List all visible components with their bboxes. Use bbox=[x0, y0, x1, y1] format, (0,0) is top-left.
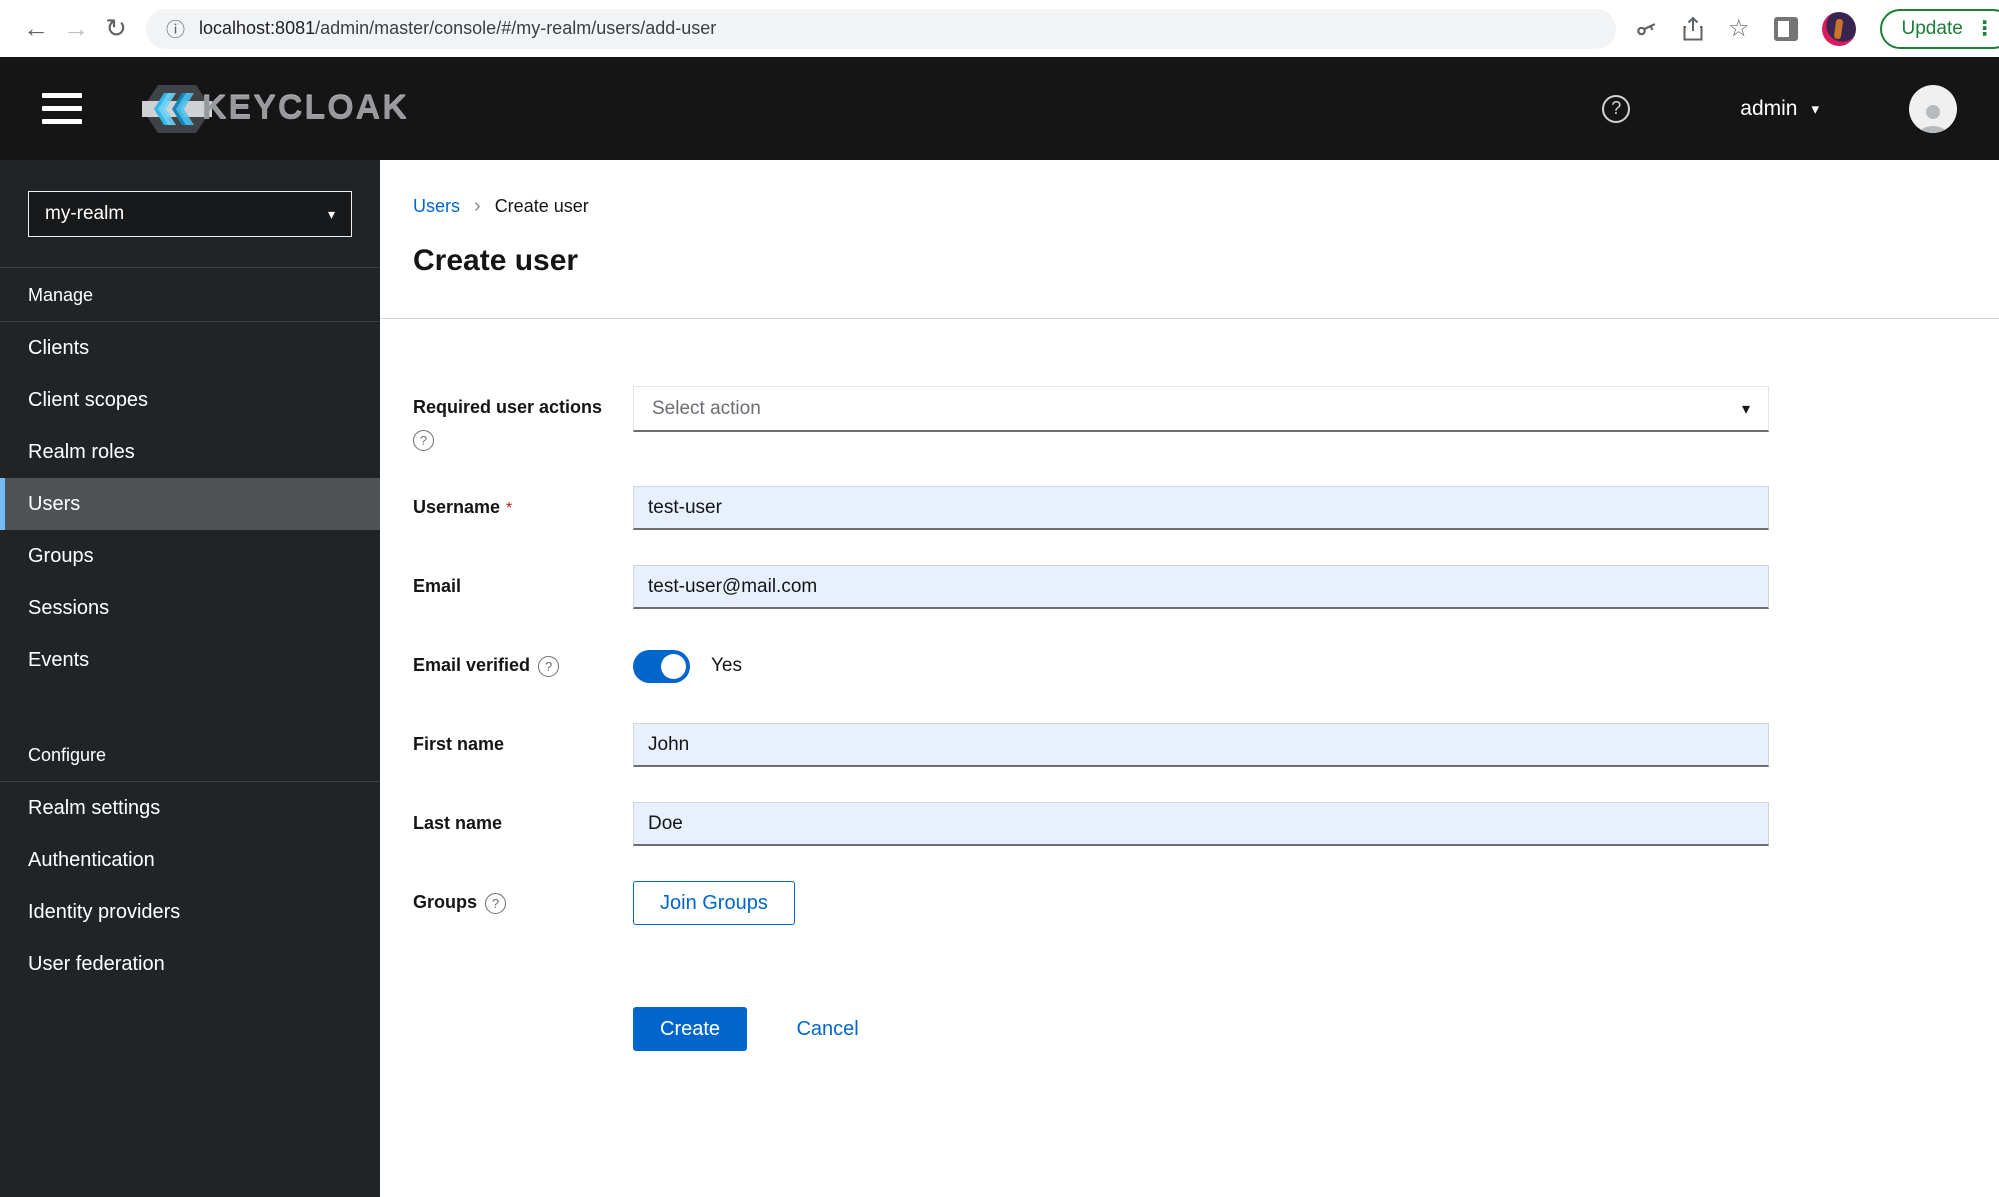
sidebar-item-authentication[interactable]: Authentication bbox=[0, 834, 380, 886]
update-label: Update bbox=[1901, 17, 1963, 39]
sidebar-section-manage: Manage bbox=[28, 285, 94, 305]
chevron-down-icon: ▾ bbox=[1811, 100, 1819, 118]
breadcrumb-users-link[interactable]: Users bbox=[413, 196, 460, 217]
browser-profile-avatar[interactable] bbox=[1821, 11, 1856, 46]
sidebar-item-realm-settings[interactable]: Realm settings bbox=[0, 782, 380, 834]
browser-update-button[interactable]: Update ⋮ bbox=[1879, 8, 1999, 49]
breadcrumb-separator-icon: › bbox=[474, 195, 481, 217]
forward-icon[interactable]: → bbox=[56, 13, 96, 44]
help-icon[interactable]: ? bbox=[1602, 94, 1631, 123]
first-name-row: First name bbox=[413, 723, 1999, 767]
username-row: Username * bbox=[413, 486, 1999, 530]
avatar[interactable] bbox=[1909, 84, 1957, 133]
email-verified-help-icon[interactable]: ? bbox=[538, 656, 560, 678]
form-actions: Create Cancel bbox=[413, 1007, 1999, 1051]
main-content: Users › Create user Create user Required… bbox=[380, 160, 1999, 1197]
last-name-row: Last name bbox=[413, 802, 1999, 846]
required-user-actions-row: Required user actions ? Select action ▾ bbox=[413, 386, 1999, 451]
chevron-down-icon: ▾ bbox=[1741, 400, 1750, 418]
address-bar[interactable]: ⓘ localhost:8081/admin/master/console/#/… bbox=[146, 8, 1616, 49]
chevron-down-icon: ▾ bbox=[327, 205, 335, 222]
last-name-field[interactable] bbox=[633, 802, 1769, 846]
sidebar-item-client-scopes[interactable]: Client scopes bbox=[0, 374, 380, 426]
email-verified-toggle[interactable] bbox=[633, 649, 690, 683]
last-name-label: Last name bbox=[413, 813, 503, 833]
sidebar-item-identity-providers[interactable]: Identity providers bbox=[0, 886, 380, 938]
url-path: /admin/master/console/#/my-realm/users/a… bbox=[315, 18, 717, 38]
back-icon[interactable]: ← bbox=[16, 13, 56, 44]
email-verified-row: Email verified? Yes bbox=[413, 644, 1999, 688]
join-groups-button[interactable]: Join Groups bbox=[633, 881, 795, 925]
sidebar-item-events[interactable]: Events bbox=[0, 634, 380, 686]
required-user-actions-label-col: Required user actions ? bbox=[413, 386, 633, 451]
url-text[interactable]: localhost:8081/admin/master/console/#/my… bbox=[199, 18, 716, 39]
groups-label: Groups bbox=[413, 892, 478, 912]
sidebar-item-realm-roles[interactable]: Realm roles bbox=[0, 426, 380, 478]
screen: ← → ↻ ⓘ localhost:8081/admin/master/cons… bbox=[0, 0, 1999, 1197]
user-menu[interactable]: admin ▾ bbox=[1740, 97, 1819, 121]
required-asterisk: * bbox=[506, 500, 513, 517]
browser-actions: ☆ Update ⋮ bbox=[1634, 8, 1999, 49]
sidebar-item-clients[interactable]: Clients bbox=[0, 322, 380, 374]
breadcrumb: Users › Create user bbox=[413, 195, 1999, 218]
email-verified-label: Email verified bbox=[413, 655, 531, 675]
share-icon[interactable] bbox=[1682, 16, 1704, 42]
breadcrumb-current: Create user bbox=[494, 196, 589, 216]
first-name-field[interactable] bbox=[633, 723, 1769, 767]
browser-menu-kebab-icon[interactable]: ⋮ bbox=[1975, 16, 1995, 41]
username-field[interactable] bbox=[633, 486, 1769, 530]
first-name-label: First name bbox=[413, 734, 505, 754]
browser-toolbar: ← → ↻ ⓘ localhost:8081/admin/master/cons… bbox=[0, 0, 1999, 57]
header-right: ? admin ▾ bbox=[1602, 84, 1957, 133]
sidebar-item-sessions[interactable]: Sessions bbox=[0, 582, 380, 634]
groups-row: Groups? Join Groups bbox=[413, 881, 1999, 925]
app-header: KEYCLOAK ? admin ▾ bbox=[0, 57, 1999, 160]
keycloak-logo: KEYCLOAK bbox=[138, 81, 409, 137]
required-user-actions-help-icon[interactable]: ? bbox=[413, 430, 434, 451]
sidebar-item-groups[interactable]: Groups bbox=[0, 530, 380, 582]
sidebar: my-realm ▾ Manage Clients Client scopes … bbox=[0, 160, 380, 1197]
toggle-knob bbox=[661, 653, 686, 679]
email-label: Email bbox=[413, 576, 462, 596]
sidebar-item-users[interactable]: Users bbox=[0, 478, 380, 530]
email-verified-state: Yes bbox=[711, 655, 742, 676]
required-actions-select[interactable]: Select action ▾ bbox=[633, 386, 1769, 432]
side-panel-icon[interactable] bbox=[1773, 16, 1798, 41]
sidebar-item-user-federation[interactable]: User federation bbox=[0, 938, 380, 990]
reload-icon[interactable]: ↻ bbox=[96, 13, 136, 44]
create-user-form: Required user actions ? Select action ▾ … bbox=[413, 386, 1999, 1051]
divider bbox=[380, 318, 1999, 319]
realm-selector-value: my-realm bbox=[45, 203, 125, 224]
create-button[interactable]: Create bbox=[633, 1007, 748, 1051]
password-key-icon[interactable] bbox=[1634, 17, 1658, 41]
sidebar-section-configure: Configure bbox=[28, 745, 107, 765]
page-title: Create user bbox=[413, 244, 579, 277]
bookmark-star-icon[interactable]: ☆ bbox=[1728, 14, 1750, 43]
realm-selector[interactable]: my-realm ▾ bbox=[28, 191, 352, 237]
user-menu-label: admin bbox=[1740, 96, 1798, 120]
page-body: my-realm ▾ Manage Clients Client scopes … bbox=[0, 160, 1999, 1197]
keycloak-logo-text: KEYCLOAK bbox=[202, 89, 409, 127]
required-actions-select-placeholder: Select action bbox=[652, 397, 761, 419]
required-user-actions-label: Required user actions bbox=[413, 397, 603, 417]
email-row: Email bbox=[413, 565, 1999, 609]
username-label: Username bbox=[413, 497, 501, 517]
email-field[interactable] bbox=[633, 565, 1769, 609]
url-host: localhost:8081 bbox=[199, 18, 316, 38]
groups-help-icon[interactable]: ? bbox=[485, 893, 507, 915]
hamburger-menu-icon[interactable] bbox=[42, 93, 82, 124]
site-info-icon[interactable]: ⓘ bbox=[166, 15, 185, 42]
cancel-button[interactable]: Cancel bbox=[796, 1018, 858, 1040]
